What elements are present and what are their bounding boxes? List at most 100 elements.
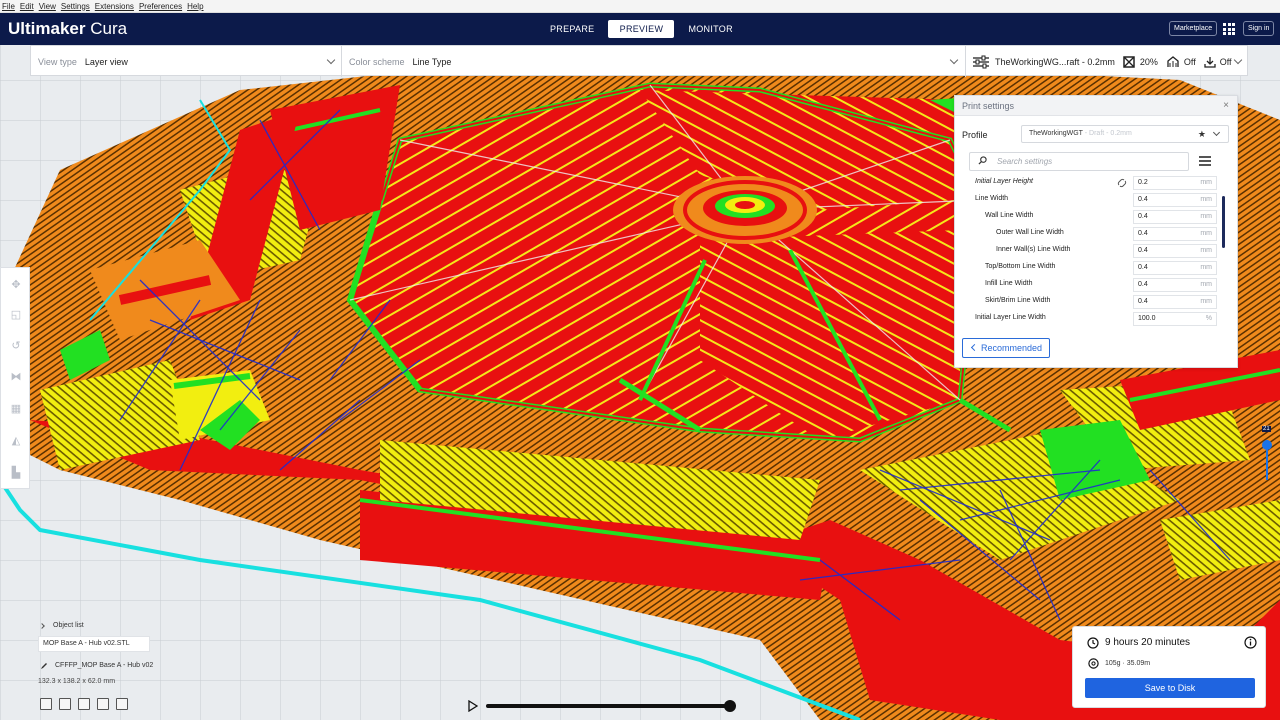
setting-value-field[interactable]: 0.4 mm xyxy=(1133,244,1217,258)
setting-unit: mm xyxy=(1200,264,1212,271)
panel-title: Print settings xyxy=(962,101,1015,111)
material-estimate: 105g · 35.09m xyxy=(1105,660,1151,667)
support-blocker-icon[interactable]: ◭ xyxy=(9,434,23,448)
rotate-tool-icon[interactable]: ↺ xyxy=(9,339,23,353)
path-slider-handle[interactable] xyxy=(724,700,736,712)
menu-extensions[interactable]: Extensions xyxy=(95,2,134,11)
view-type-select[interactable]: View type Layer view xyxy=(38,46,128,77)
menu-bar: File Edit View Settings Extensions Prefe… xyxy=(0,0,1280,13)
view-left-icon[interactable] xyxy=(97,698,109,710)
setting-value: 0.2 xyxy=(1138,179,1148,186)
play-icon[interactable] xyxy=(468,700,478,712)
info-icon[interactable] xyxy=(1244,636,1257,649)
setting-value-field[interactable]: 0.4 mm xyxy=(1133,261,1217,275)
setting-value: 0.4 xyxy=(1138,298,1148,305)
profile-select[interactable]: TheWorkingWGT - Draft - 0.2mm ★ xyxy=(1021,125,1229,143)
menu-file[interactable]: File xyxy=(2,2,15,11)
setting-label: Initial Layer Height xyxy=(975,178,1033,185)
layer-tool-icon[interactable]: ▙ xyxy=(9,466,23,480)
settings-menu-icon[interactable] xyxy=(1199,156,1211,166)
view-orientation-buttons xyxy=(38,698,138,712)
layer-slider-handle[interactable] xyxy=(1262,440,1272,450)
link-icon[interactable] xyxy=(1117,178,1127,188)
layer-slider[interactable]: 21 xyxy=(1262,420,1272,480)
path-slider-track[interactable] xyxy=(486,704,733,708)
setting-unit: % xyxy=(1205,315,1212,322)
scale-tool-icon[interactable]: ◱ xyxy=(9,308,23,322)
setting-row: Skirt/Brim Line Width 0.4 mm xyxy=(955,294,1220,311)
chevron-up-icon[interactable] xyxy=(39,623,45,629)
search-placeholder: Search settings xyxy=(997,157,1053,166)
tab-prepare[interactable]: PREPARE xyxy=(540,20,604,38)
setting-unit: mm xyxy=(1200,230,1212,237)
setting-value: 0.4 xyxy=(1138,196,1148,203)
menu-settings[interactable]: Settings xyxy=(61,2,90,11)
view-3d-icon[interactable] xyxy=(40,698,52,710)
per-model-settings-icon[interactable]: ▦ xyxy=(9,402,23,416)
chevron-down-icon[interactable] xyxy=(1212,128,1221,137)
profile-suffix: - Draft - 0.2mm xyxy=(1082,130,1132,137)
setting-value: 0.4 xyxy=(1138,213,1148,220)
pencil-icon[interactable] xyxy=(40,662,48,670)
brand-bold: Ultimaker xyxy=(8,19,86,38)
setting-value-field[interactable]: 0.4 mm xyxy=(1133,227,1217,241)
move-tool-icon[interactable]: ✥ xyxy=(9,278,23,292)
spool-icon xyxy=(1088,658,1099,669)
menu-edit[interactable]: Edit xyxy=(20,2,34,11)
chevron-down-icon[interactable] xyxy=(1233,55,1243,65)
menu-help[interactable]: Help xyxy=(187,2,203,11)
view-right-icon[interactable] xyxy=(116,698,128,710)
sign-in-button[interactable]: Sign in xyxy=(1243,21,1275,36)
setting-value-field[interactable]: 0.4 mm xyxy=(1133,278,1217,292)
object-list-header[interactable]: Object list xyxy=(53,622,84,629)
tab-monitor[interactable]: MONITOR xyxy=(678,20,742,38)
setting-row: Infill Line Width 0.4 mm xyxy=(955,277,1220,294)
star-icon[interactable]: ★ xyxy=(1198,126,1206,142)
settings-sliders-icon xyxy=(973,55,989,68)
apps-grid-icon[interactable] xyxy=(1223,23,1235,35)
save-to-disk-button[interactable]: Save to Disk xyxy=(1085,678,1255,698)
menu-preferences[interactable]: Preferences xyxy=(139,2,182,11)
setting-value: 0.4 xyxy=(1138,281,1148,288)
view-top-icon[interactable] xyxy=(78,698,90,710)
setting-value: 0.4 xyxy=(1138,264,1148,271)
setting-row: Initial Layer Height 0.2 mm xyxy=(955,175,1220,192)
tab-preview[interactable]: PREVIEW xyxy=(608,20,675,38)
toolbar-divider xyxy=(965,46,966,77)
print-setup-summary[interactable]: TheWorkingWG...raft - 0.2mm 20% Off Off xyxy=(973,46,1232,77)
menu-view[interactable]: View xyxy=(39,2,56,11)
profile-summary: TheWorkingWG...raft - 0.2mm xyxy=(995,56,1115,67)
view-type-value: Layer view xyxy=(84,56,128,67)
color-scheme-select[interactable]: Color scheme Line Type xyxy=(349,46,451,77)
close-icon[interactable]: × xyxy=(1223,100,1229,111)
setting-label: Wall Line Width xyxy=(985,212,1034,219)
search-input[interactable]: Search settings xyxy=(969,152,1189,171)
setting-label: Line Width xyxy=(975,195,1009,202)
setting-row: Outer Wall Line Width 0.4 mm xyxy=(955,226,1220,243)
support-value: Off xyxy=(1183,56,1196,67)
setting-value-field[interactable]: 0.2 mm xyxy=(1133,176,1217,190)
settings-scrollbar[interactable] xyxy=(1222,196,1225,248)
current-layer-number: 21 xyxy=(1262,426,1271,432)
profile-name: TheWorkingWGT xyxy=(1029,130,1083,137)
recommended-label: Recommended xyxy=(981,343,1043,353)
setting-value-field[interactable]: 100.0% xyxy=(1133,312,1217,326)
setting-row: Top/Bottom Line Width 0.4 mm xyxy=(955,260,1220,277)
setting-value-field[interactable]: 0.4 mm xyxy=(1133,193,1217,207)
setting-unit: mm xyxy=(1200,298,1212,305)
chevron-down-icon[interactable] xyxy=(949,55,959,65)
chevron-down-icon[interactable] xyxy=(326,55,336,65)
mirror-tool-icon[interactable]: ⧓ xyxy=(9,370,23,384)
setting-label: Skirt/Brim Line Width xyxy=(985,297,1051,304)
clock-icon xyxy=(1087,637,1099,649)
object-list-item[interactable]: MOP Base A - Hub v02.STL xyxy=(38,636,150,652)
setting-value-field[interactable]: 0.4 mm xyxy=(1133,295,1217,309)
adhesion-value: Off xyxy=(1219,56,1232,67)
recommended-button[interactable]: Recommended xyxy=(962,338,1050,358)
brand-light: Cura xyxy=(85,19,128,38)
setting-value-field[interactable]: 0.4 mm xyxy=(1133,210,1217,224)
setting-row: Initial Layer Line Width 100.0% xyxy=(955,311,1220,328)
color-scheme-value: Line Type xyxy=(412,56,452,67)
marketplace-button[interactable]: Marketplace xyxy=(1169,21,1218,36)
view-front-icon[interactable] xyxy=(59,698,71,710)
